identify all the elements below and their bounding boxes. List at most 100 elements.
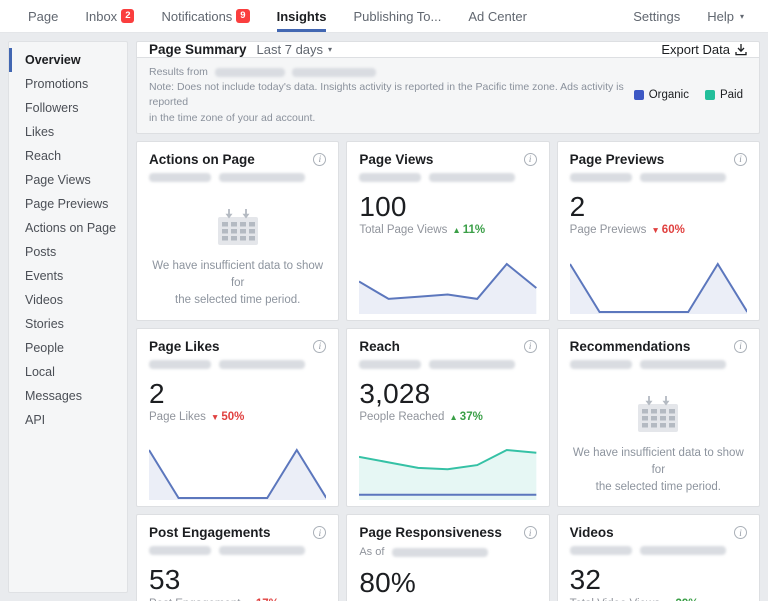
results-from-label: Results from [149,65,208,80]
card-header: Post Engagementsi [149,525,326,540]
card-videos[interactable]: Videosi32Total Video Views▲39% [557,514,760,601]
sidebar-item-followers[interactable]: Followers [9,96,127,120]
card-page-likes[interactable]: Page Likesi2Page Likes▼50% [136,328,339,508]
info-icon[interactable]: i [734,340,747,353]
insufficient-data-message: We have insufficient data to show forthe… [149,198,326,310]
metric-label: Page Previews [570,224,647,236]
card-title: Page Responsiveness [359,525,502,540]
metric-value: 2 [570,192,747,221]
nav-label: Notifications [161,9,232,24]
page-title: Page Summary [149,42,247,57]
info-icon[interactable]: i [734,526,747,539]
sidebar-item-page-views[interactable]: Page Views [9,168,127,192]
legend-swatch-paid [705,90,715,100]
metric-delta: ▲37% [449,411,482,423]
notification-badge: 9 [236,9,249,23]
metric-label: Page Likes [149,411,206,423]
legend-swatch-organic [634,90,644,100]
sidebar-item-promotions[interactable]: Promotions [9,72,127,96]
export-data-button[interactable]: Export Data [661,42,747,57]
redacted-date [149,173,211,182]
delta-value: 37% [460,411,483,423]
trend-chart [149,448,326,500]
card-post-engagements[interactable]: Post Engagementsi53Post Engagement▼17% [136,514,339,601]
card-header: Recommendationsi [570,339,747,354]
sidebar-item-page-previews[interactable]: Page Previews [9,192,127,216]
top-nav-page[interactable]: Page [28,0,58,32]
sidebar-item-local[interactable]: Local [9,360,127,384]
sidebar-item-actions-on-page[interactable]: Actions on Page [9,216,127,240]
summary-cards-grid: Actions on PageiWe have insufficient dat… [136,141,760,601]
metric-value: 2 [149,379,326,408]
card-subtitle [149,546,326,555]
nav-label: Page [28,9,58,24]
card-subtitle [359,360,536,369]
top-nav-help[interactable]: Help▾ [707,0,744,32]
sidebar-item-messages[interactable]: Messages [9,384,127,408]
card-subtitle [149,360,326,369]
sidebar-item-stories[interactable]: Stories [9,312,127,336]
sidebar-item-people[interactable]: People [9,336,127,360]
metric-value: 32 [570,565,747,594]
card-subtitle [570,173,747,182]
top-nav-ad-center[interactable]: Ad Center [468,0,527,32]
info-icon[interactable]: i [524,526,537,539]
message-line: the selected time period. [596,479,721,496]
redacted-date [219,173,305,182]
delta-value: 11% [463,224,485,236]
sidebar-item-reach[interactable]: Reach [9,144,127,168]
top-nav-publishing-to[interactable]: Publishing To... [353,0,441,32]
sidebar-item-events[interactable]: Events [9,264,127,288]
calendar-icon [637,395,679,433]
sidebar: OverviewPromotionsFollowersLikesReachPag… [8,41,128,593]
sidebar-item-posts[interactable]: Posts [9,240,127,264]
card-subtitle [149,173,326,182]
info-icon[interactable]: i [313,153,326,166]
message-line: We have insufficient data to show for [570,445,747,480]
card-title: Page Previews [570,152,665,167]
redacted-date [359,360,421,369]
card-reach[interactable]: Reachi3,028People Reached▲37% [346,328,549,508]
card-title: Videos [570,525,614,540]
card-subtitle [570,546,747,555]
metric-value: 80% [359,568,536,597]
redacted-date [640,546,726,555]
card-actions-on-page[interactable]: Actions on PageiWe have insufficient dat… [136,141,339,321]
info-icon[interactable]: i [734,153,747,166]
card-page-views[interactable]: Page Viewsi100Total Page Views▲11% [346,141,549,321]
card-recommendations[interactable]: Recommendationsi We have insufficient dat… [557,328,760,508]
calendar-icon [217,208,259,246]
top-nav-settings[interactable]: Settings [633,0,680,32]
redacted-date [392,548,488,557]
redacted-date [429,360,515,369]
metric-value: 100 [359,192,536,221]
message-line: the selected time period. [175,292,300,309]
top-nav-notifications[interactable]: Notifications 9 [161,0,249,32]
summary-note: Results from Note: Does not include toda… [136,58,760,134]
date-range-label: Last 7 days [257,42,324,57]
info-icon[interactable]: i [524,153,537,166]
legend-organic: Organic [634,89,689,101]
info-icon[interactable]: i [313,340,326,353]
arrow-down-icon: ▼ [651,225,659,235]
metric-label-row: People Reached▲37% [359,411,536,423]
download-icon [735,43,747,56]
info-icon[interactable]: i [313,526,326,539]
redacted-date [219,546,305,555]
card-page-responsiveness[interactable]: Page ResponsivenessiAs of80%Response Rat… [346,514,549,601]
legend: OrganicPaid [634,89,747,101]
redacted-date [570,546,632,555]
card-title: Page Likes [149,339,220,354]
top-nav-inbox[interactable]: Inbox2 [85,0,134,32]
sidebar-item-api[interactable]: API [9,408,127,432]
info-icon[interactable]: i [524,340,537,353]
trend-chart [570,262,747,314]
card-page-previews[interactable]: Page Previewsi2Page Previews▼60% [557,141,760,321]
card-title: Page Views [359,152,433,167]
sidebar-item-videos[interactable]: Videos [9,288,127,312]
date-range-selector[interactable]: Last 7 days ▾ [257,42,333,57]
card-subtitle [359,173,536,182]
sidebar-item-likes[interactable]: Likes [9,120,127,144]
top-nav-insights[interactable]: Insights [277,0,327,32]
sidebar-item-overview[interactable]: Overview [9,48,127,72]
